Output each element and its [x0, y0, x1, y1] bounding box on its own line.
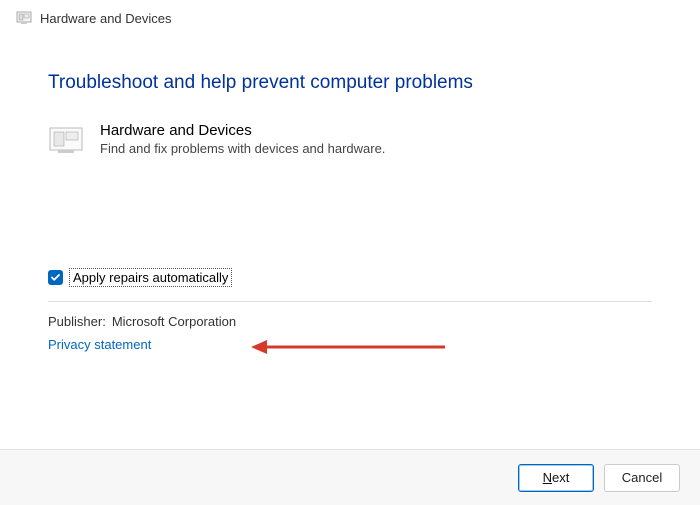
footer: Next Cancel	[0, 449, 700, 505]
hardware-icon	[16, 10, 32, 26]
apply-repairs-checkbox[interactable]	[48, 270, 63, 285]
separator	[48, 301, 652, 302]
titlebar-title: Hardware and Devices	[40, 11, 172, 26]
content-area: Troubleshoot and help prevent computer p…	[0, 32, 700, 352]
troubleshooter-text: Hardware and Devices Find and fix proble…	[100, 122, 385, 156]
apply-repairs-row: Apply repairs automatically	[48, 268, 652, 287]
titlebar: Hardware and Devices	[0, 0, 700, 32]
next-button[interactable]: Next	[518, 464, 594, 492]
troubleshooter-title: Hardware and Devices	[100, 122, 385, 139]
publisher-label: Publisher:	[48, 314, 106, 329]
cancel-button[interactable]: Cancel	[604, 464, 680, 492]
publisher-row: Publisher: Microsoft Corporation	[48, 314, 652, 329]
next-button-rest: ext	[552, 470, 569, 485]
troubleshooter-desc: Find and fix problems with devices and h…	[100, 141, 385, 156]
page-heading: Troubleshoot and help prevent computer p…	[48, 72, 652, 94]
apply-repairs-label[interactable]: Apply repairs automatically	[69, 268, 232, 287]
publisher-value: Microsoft Corporation	[112, 314, 236, 329]
privacy-statement-link[interactable]: Privacy statement	[48, 337, 652, 352]
device-icon	[48, 122, 84, 158]
next-button-accesskey: N	[543, 470, 552, 485]
troubleshooter-item: Hardware and Devices Find and fix proble…	[48, 122, 652, 158]
